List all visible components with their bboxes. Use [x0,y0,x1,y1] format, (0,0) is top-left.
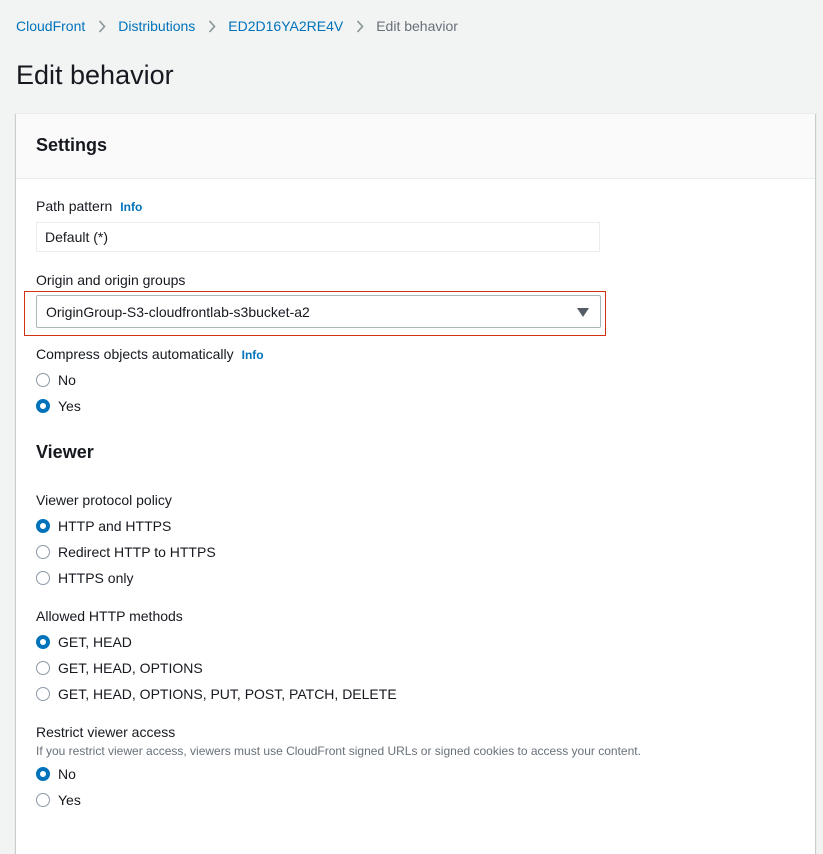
compress-label: Compress objects automatically [36,346,234,362]
allowed-methods-label: Allowed HTTP methods [36,608,183,624]
protocol-option-https-only[interactable]: HTTPS only [36,568,133,588]
protocol-option-http-https[interactable]: HTTP and HTTPS [36,516,171,536]
chevron-right-icon [208,19,216,33]
path-pattern-field-label: Path pattern Info [36,198,142,216]
caret-down-icon [577,308,589,317]
path-pattern-label: Path pattern [36,198,113,214]
chevron-right-icon [356,19,364,33]
compress-option-yes-label: Yes [58,398,81,414]
origin-select[interactable]: OriginGroup-S3-cloudfrontlab-s3bucket-a2 [36,295,601,328]
radio-button-selected[interactable] [36,399,50,413]
methods-option-get-head-options[interactable]: GET, HEAD, OPTIONS [36,658,203,678]
methods-option-label: GET, HEAD, OPTIONS, PUT, POST, PATCH, DE… [58,686,397,702]
radio-button-selected[interactable] [36,767,50,781]
radio-button[interactable] [36,687,50,701]
radio-button[interactable] [36,545,50,559]
restrict-option-no-label: No [58,766,76,782]
chevron-right-icon [98,19,106,33]
restrict-option-no[interactable]: No [36,764,76,784]
path-pattern-info-link[interactable]: Info [120,200,142,214]
radio-button[interactable] [36,793,50,807]
origin-select-value: OriginGroup-S3-cloudfrontlab-s3bucket-a2 [46,304,310,320]
protocol-option-redirect[interactable]: Redirect HTTP to HTTPS [36,542,216,562]
settings-panel: Settings Path pattern Info Origin and ori… [16,113,815,854]
settings-panel-header: Settings [16,114,815,179]
radio-button[interactable] [36,571,50,585]
methods-option-label: GET, HEAD [58,634,132,650]
protocol-option-label: HTTPS only [58,570,134,586]
restrict-access-label: Restrict viewer access [36,724,176,740]
breadcrumb-current: Edit behavior [376,18,458,34]
protocol-option-label: HTTP and HTTPS [58,518,172,534]
viewer-title: Viewer [36,442,94,462]
page-title: Edit behavior [16,60,174,90]
radio-button[interactable] [36,661,50,675]
methods-option-all[interactable]: GET, HEAD, OPTIONS, PUT, POST, PATCH, DE… [36,684,397,704]
compress-option-no[interactable]: No [36,370,76,390]
breadcrumb-distributions[interactable]: Distributions [118,18,195,34]
compress-info-link[interactable]: Info [242,348,264,362]
protocol-option-label: Redirect HTTP to HTTPS [58,544,216,560]
settings-title: Settings [36,135,108,155]
viewer-protocol-label: Viewer protocol policy [36,492,172,508]
origin-label: Origin and origin groups [36,272,186,288]
radio-button-selected[interactable] [36,635,50,649]
restrict-option-yes[interactable]: Yes [36,790,81,810]
restrict-option-yes-label: Yes [58,792,81,808]
breadcrumb: CloudFront Distributions ED2D16YA2RE4V E… [16,17,458,35]
compress-option-yes[interactable]: Yes [36,396,81,416]
compress-field-label: Compress objects automatically Info [36,346,264,364]
methods-option-get-head[interactable]: GET, HEAD [36,632,132,652]
methods-option-label: GET, HEAD, OPTIONS [58,660,203,676]
radio-button[interactable] [36,373,50,387]
compress-option-no-label: No [58,372,76,388]
radio-button-selected[interactable] [36,519,50,533]
path-pattern-input[interactable] [36,222,600,252]
breadcrumb-cloudfront[interactable]: CloudFront [16,18,85,34]
breadcrumb-distribution-id[interactable]: ED2D16YA2RE4V [228,18,343,34]
restrict-access-description: If you restrict viewer access, viewers m… [36,744,641,758]
